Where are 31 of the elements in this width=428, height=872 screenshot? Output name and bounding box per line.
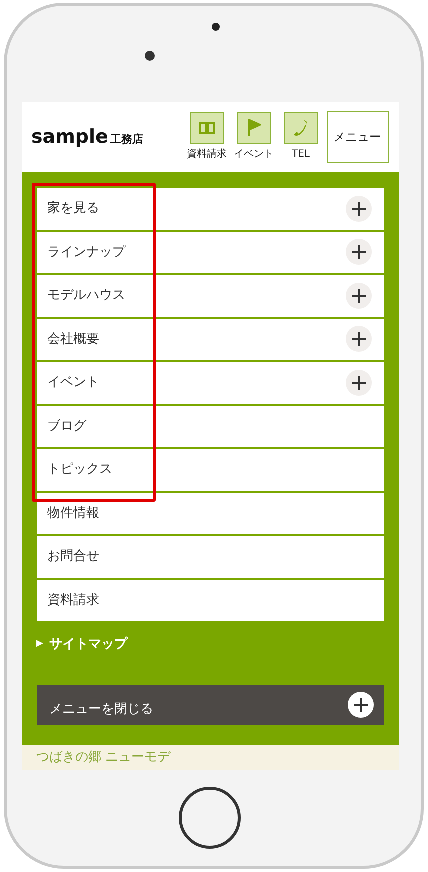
menu-item[interactable]: お問合せ: [36, 536, 384, 578]
menu-button[interactable]: メニュー: [326, 111, 388, 163]
menu-item[interactable]: 物件情報: [36, 492, 384, 534]
icon-label: 資料請求: [187, 148, 227, 162]
icon-button[interactable]: [237, 112, 271, 144]
phone-icon: [293, 119, 309, 137]
menu-item[interactable]: 会社概要: [36, 318, 384, 360]
menu-item[interactable]: ラインナップ: [36, 232, 384, 273]
logo-text: sample: [32, 124, 108, 150]
book-icon: [199, 122, 215, 134]
icon-button[interactable]: [284, 112, 318, 144]
logo-suffix: 工務店: [110, 132, 144, 148]
home-button[interactable]: [179, 787, 241, 849]
plus-icon: [346, 239, 372, 266]
menu-item[interactable]: ブログ: [36, 406, 384, 447]
menu-item[interactable]: モデルハウス: [36, 275, 384, 316]
menu-item[interactable]: イベント: [36, 362, 384, 404]
plus-icon: [346, 282, 372, 309]
plus-icon: [346, 326, 372, 352]
footer-text: つばきの郷 ニューモデ: [36, 748, 171, 767]
plus-icon: [346, 196, 372, 222]
icon-label: イベント: [234, 148, 274, 162]
icon-label: TEL: [292, 148, 310, 162]
close-menu-button[interactable]: メニューを閉じる: [36, 685, 384, 725]
menu-item[interactable]: 資料請求: [36, 580, 384, 621]
menu-item[interactable]: 家を見る: [36, 188, 384, 230]
icon-button[interactable]: [190, 112, 224, 144]
flag-icon: [247, 119, 261, 137]
plus-icon: [346, 370, 372, 396]
menu-item[interactable]: トピックス: [36, 449, 384, 490]
plus-icon: [348, 692, 374, 718]
